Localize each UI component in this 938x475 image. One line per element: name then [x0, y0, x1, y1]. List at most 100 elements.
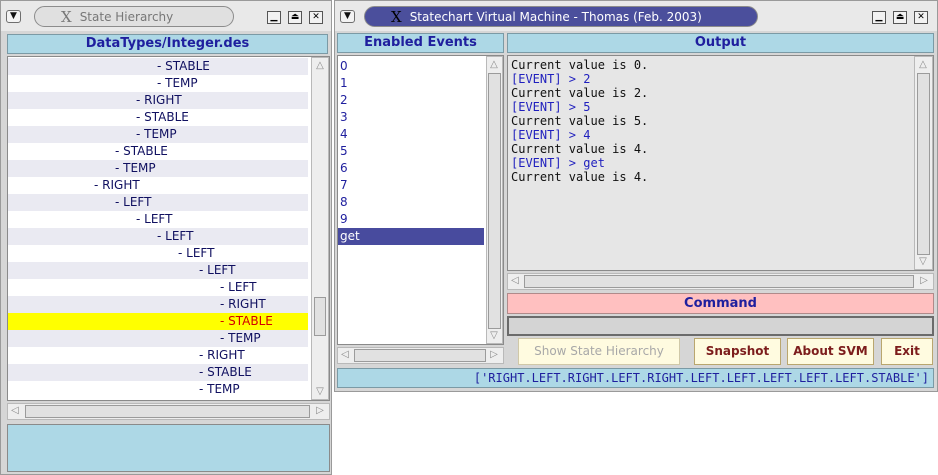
maximize-icon[interactable]: ⏏ [893, 11, 907, 24]
x-logo-icon: X [391, 7, 402, 26]
state-hierarchy-titlebar[interactable]: ▼ X State Hierarchy ▁ ⏏ ✕ [1, 1, 331, 31]
scroll-left-icon[interactable]: ◁ [9, 405, 21, 417]
scroll-right-icon[interactable]: ▷ [314, 405, 326, 417]
tree-node-label: - TEMP [199, 382, 240, 396]
output-value-line: Current value is 5. [511, 114, 649, 128]
tree-node-label: - TEMP [220, 331, 261, 345]
tree-node[interactable]: - STABLE [8, 109, 308, 126]
scroll-right-icon[interactable]: ▷ [918, 275, 930, 287]
scroll-left-icon[interactable]: ◁ [339, 349, 351, 361]
show-state-hierarchy-button[interactable]: Show State Hierarchy [518, 338, 680, 365]
title-pill[interactable]: X Statechart Virtual Machine - Thomas (F… [364, 6, 758, 27]
snapshot-button[interactable]: Snapshot [694, 338, 781, 365]
event-item[interactable]: 4 [338, 126, 484, 143]
close-icon[interactable]: ✕ [309, 11, 323, 24]
output-hscroll-thumb[interactable] [524, 275, 914, 288]
event-item[interactable]: 7 [338, 177, 484, 194]
tree-node[interactable]: - STABLE [8, 364, 308, 381]
tree-vertical-scrollbar[interactable]: △ ▽ [311, 57, 329, 400]
output-horizontal-scrollbar[interactable]: ◁ ▷ [507, 273, 934, 290]
hierarchy-info-panel [7, 424, 330, 472]
state-hierarchy-window: ▼ X State Hierarchy ▁ ⏏ ✕ DataTypes/Inte… [0, 0, 332, 475]
tree-node-label: - STABLE [220, 314, 273, 328]
tree-node[interactable]: - TEMP [8, 330, 308, 347]
output-value-line: Current value is 2. [511, 86, 649, 100]
tree-node-label: - RIGHT [136, 93, 182, 107]
events-horizontal-scrollbar[interactable]: ◁ ▷ [337, 347, 504, 364]
exit-button[interactable]: Exit [881, 338, 933, 365]
window-menu-icon[interactable]: ▼ [340, 10, 355, 23]
output-area[interactable]: Current value is 0. [EVENT] > 2 Current va… [507, 55, 934, 271]
events-vertical-scrollbar[interactable]: △ ▽ [486, 56, 503, 344]
event-item[interactable]: 3 [338, 109, 484, 126]
scroll-left-icon[interactable]: ◁ [509, 275, 521, 287]
tree-node[interactable]: - LEFT [8, 279, 308, 296]
tree-node[interactable]: - LEFT [8, 228, 308, 245]
event-item[interactable]: 0 [338, 58, 484, 75]
tree-horizontal-scrollbar[interactable]: ◁ ▷ [7, 403, 330, 420]
tree-scroll-thumb[interactable] [314, 297, 326, 336]
about-svm-button[interactable]: About SVM [787, 338, 874, 365]
minimize-icon[interactable]: ▁ [267, 11, 281, 24]
command-input[interactable] [507, 316, 934, 336]
tree-node[interactable]: - TEMP [8, 160, 308, 177]
tree-node[interactable]: - RIGHT [8, 296, 308, 313]
tree-node[interactable]: - TEMP [8, 126, 308, 143]
title-pill[interactable]: X State Hierarchy [34, 6, 234, 27]
output-scroll-thumb[interactable] [917, 73, 930, 255]
close-icon[interactable]: ✕ [914, 11, 928, 24]
output-event-line: [EVENT] > 5 [511, 100, 591, 114]
scroll-up-icon[interactable]: △ [917, 59, 929, 71]
events-scroll-thumb[interactable] [488, 73, 501, 329]
scroll-up-icon[interactable]: △ [314, 60, 326, 72]
output-value-line: Current value is 4. [511, 170, 649, 184]
file-header: DataTypes/Integer.des [7, 34, 328, 54]
scroll-down-icon[interactable]: ▽ [488, 330, 500, 342]
tree-node[interactable]: - STABLE [8, 143, 308, 160]
tree-node-label: - STABLE [157, 59, 210, 73]
scroll-right-icon[interactable]: ▷ [488, 349, 500, 361]
tree-node[interactable]: - RIGHT [8, 347, 308, 364]
tree-node-selected[interactable]: - STABLE [8, 313, 308, 330]
tree-node[interactable]: - TEMP [8, 381, 308, 398]
tree-node[interactable]: - RIGHT [8, 92, 308, 109]
tree-hscroll-thumb[interactable] [25, 405, 310, 418]
tree-node[interactable]: - LEFT [8, 194, 308, 211]
tree-node[interactable]: - LEFT [8, 211, 308, 228]
tree-node-label: - LEFT [199, 263, 236, 277]
state-tree[interactable]: - STABLE - TEMP - RIGHT - STABLE - TEMP - STA… [7, 56, 330, 401]
tree-node-label: - LEFT [178, 246, 215, 260]
tree-node-label: - RIGHT [220, 297, 266, 311]
tree-node[interactable]: - LEFT [8, 245, 308, 262]
events-hscroll-thumb[interactable] [354, 349, 486, 362]
tree-node-label: - LEFT [115, 195, 152, 209]
event-item[interactable]: 6 [338, 160, 484, 177]
tree-node[interactable]: - STABLE [8, 58, 308, 75]
scroll-down-icon[interactable]: ▽ [917, 256, 929, 268]
event-item[interactable]: 2 [338, 92, 484, 109]
minimize-icon[interactable]: ▁ [872, 11, 886, 24]
tree-node[interactable]: - TEMP [8, 75, 308, 92]
event-item[interactable]: 8 [338, 194, 484, 211]
window-menu-icon[interactable]: ▼ [6, 10, 21, 23]
scroll-up-icon[interactable]: △ [488, 59, 500, 71]
output-event-line: [EVENT] > 2 [511, 72, 591, 86]
output-vertical-scrollbar[interactable]: △ ▽ [914, 56, 933, 270]
event-item[interactable]: 9 [338, 211, 484, 228]
event-item[interactable]: 5 [338, 143, 484, 160]
status-bar: ['RIGHT.LEFT.RIGHT.LEFT.RIGHT.LEFT.LEFT.… [337, 368, 934, 388]
tree-node-label: - LEFT [220, 280, 257, 294]
enabled-events-list[interactable]: 0 1 2 3 4 5 6 7 8 9 get △ ▽ [337, 55, 504, 345]
event-rows: 0 1 2 3 4 5 6 7 8 9 get [338, 58, 484, 343]
maximize-icon[interactable]: ⏏ [288, 11, 302, 24]
tree-node[interactable]: - RIGHT [8, 177, 308, 194]
event-item-selected[interactable]: get [338, 228, 484, 245]
window-title: Statechart Virtual Machine - Thomas (Feb… [409, 9, 702, 24]
output-lines: Current value is 0. [EVENT] > 2 Current va… [508, 58, 912, 268]
tree-node-label: - TEMP [136, 127, 177, 141]
scroll-down-icon[interactable]: ▽ [314, 386, 326, 398]
tree-node[interactable]: - LEFT [8, 262, 308, 279]
event-item[interactable]: 1 [338, 75, 484, 92]
svm-titlebar[interactable]: ▼ X Statechart Virtual Machine - Thomas … [335, 1, 937, 31]
enabled-events-header: Enabled Events [337, 33, 504, 53]
